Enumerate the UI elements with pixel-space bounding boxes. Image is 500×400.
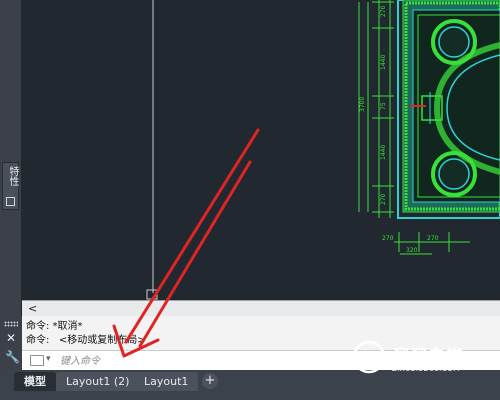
watermark-url: ZIXUE.3D66.COM [392,365,460,373]
horizontal-scrollbar[interactable]: < [22,300,500,316]
dim-label: 3700 [359,97,366,112]
add-layout-button[interactable]: + [202,373,218,389]
command-input[interactable] [60,353,360,369]
dim-label: 1440 [380,55,387,70]
dim-label: 270 [380,193,387,205]
play-logo-icon [352,340,386,374]
drag-handle-icon[interactable] [4,321,18,327]
dim-label: 1440 [380,145,387,160]
tab-layout1[interactable]: Layout1 [134,372,199,391]
dim-label: 75 [380,102,387,110]
tab-model[interactable]: 模型 [14,372,56,391]
chevron-down-icon[interactable]: ▾ [46,354,51,364]
ornament-panel [397,0,500,219]
dim-label: 270 [427,235,439,242]
close-icon[interactable]: ✕ [6,331,16,345]
cad-drawing: 270 1440 75 1440 270 3700 270 270 320 [146,0,500,300]
dimension-labels-left: 270 1440 75 1440 270 3700 [359,5,387,205]
scroll-left-icon[interactable]: < [28,302,37,315]
autocad-window: 特性 270 1440 75 1440 270 3700 270 270 320… [0,0,500,400]
tab-layout1-2[interactable]: Layout1 (2) [56,372,140,391]
command-history: 命令: *取消* 命令: <移动或复制布局> [26,320,146,348]
dimension-labels-bottom: 270 270 320 [382,235,439,254]
cursor-box [146,289,158,300]
history-line: 命令: <移动或复制布局> [26,335,146,346]
watermark-title: 溜溜自学 [392,347,464,367]
dim-label: 270 [382,235,394,242]
command-prompt-icon[interactable] [30,355,44,366]
drawing-canvas[interactable]: 270 1440 75 1440 270 3700 270 270 320 [22,0,500,300]
left-palette-strip: 特性 [0,0,22,318]
palette-icon [6,197,15,206]
wrench-icon[interactable]: 🔧 [5,350,20,364]
properties-tab-label: 特性 [7,166,18,186]
history-line: 命令: *取消* [26,321,83,332]
properties-palette-tab[interactable]: 特性 [2,162,19,210]
command-line-grip[interactable]: ✕ 🔧 [0,316,22,370]
dim-label: 270 [380,5,387,17]
dim-label: 320 [406,247,418,254]
watermark: 溜溜自学 ZIXUE.3D66.COM [352,336,470,390]
